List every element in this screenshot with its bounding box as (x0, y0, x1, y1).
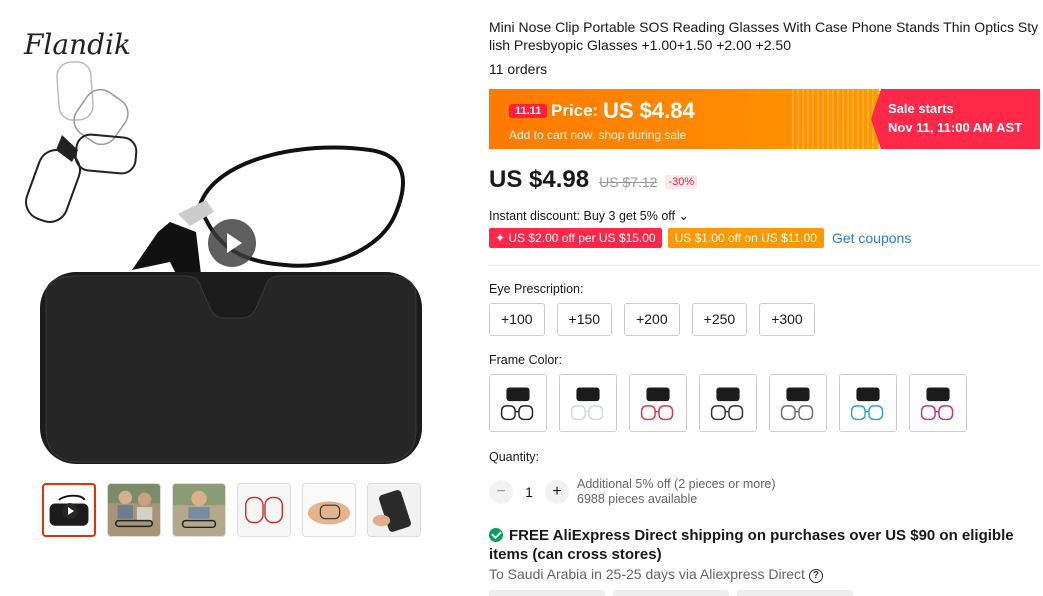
sale-starts-date: Nov 11, 11:00 AM AST (888, 120, 1023, 135)
quantity-stepper: − 1 + Additional 5% off (2 pieces or mor… (489, 477, 775, 507)
sale-event-tag: 11.11 (509, 104, 548, 118)
quantity-increase-button[interactable]: + (545, 480, 569, 504)
quantity-decrease-button[interactable]: − (489, 480, 513, 504)
bottom-tabs (489, 590, 853, 596)
bottom-tab[interactable] (489, 590, 605, 596)
sale-banner: 11.11 Price: US $4.84 Add to cart now, s… (489, 89, 1040, 149)
thumbnail-play-icon (62, 503, 78, 519)
thumbnail-phone-case[interactable] (367, 483, 421, 537)
frame-color-swatch[interactable] (769, 374, 827, 432)
coupon-select[interactable]: US $1.00 off on US $11.00 (667, 228, 824, 248)
rx-option-150[interactable]: +150 (556, 303, 613, 336)
thumbnail-strip (42, 483, 421, 537)
quantity-available: 6988 pieces available (577, 492, 698, 506)
instant-discount-dropdown[interactable]: Instant discount: Buy 3 get 5% off ⌄ (489, 208, 689, 223)
quantity-label: Quantity: (489, 450, 540, 464)
main-product-image[interactable]: Flandik (0, 0, 470, 470)
delivery-info: To Saudi Arabia in 25-25 days via Aliexp… (489, 566, 823, 584)
quantity-info: Additional 5% off (2 pieces or more) 698… (577, 477, 775, 507)
quantity-input[interactable]: 1 (513, 484, 545, 500)
discount-badge: -30% (665, 175, 698, 189)
help-icon[interactable]: ? (808, 569, 823, 583)
frame-color-swatch[interactable] (489, 374, 547, 432)
rx-option-100[interactable]: +100 (489, 303, 545, 336)
rx-option-300[interactable]: +300 (759, 303, 815, 336)
bottom-tab[interactable] (737, 590, 853, 596)
delivery-text: To Saudi Arabia in 25-25 days via Aliexp… (489, 566, 805, 582)
get-coupons-link[interactable]: Get coupons (832, 230, 911, 246)
thumbnail-video-case[interactable] (42, 483, 96, 537)
price-row: US $4.98 US $7.12 -30% (489, 166, 698, 194)
sale-price: US $4.84 (603, 98, 695, 123)
quantity-additional-discount: Additional 5% off (2 pieces or more) (577, 477, 776, 491)
frame-color-swatch[interactable] (909, 374, 967, 432)
brand-logo: Flandik (24, 28, 131, 61)
rx-option-200[interactable]: +200 (624, 303, 680, 336)
current-price: US $4.98 (489, 166, 590, 193)
frame-color-swatch[interactable] (699, 374, 757, 432)
frame-color-options (489, 374, 967, 432)
coupon-store[interactable]: ✦ US $2.00 off per US $15.00 (489, 228, 662, 248)
check-circle-icon (489, 528, 503, 542)
sale-price-label: Price: (551, 101, 599, 120)
sale-starts-label: Sale starts (888, 101, 954, 116)
eye-prescription-label: Eye Prescription: (489, 282, 584, 296)
sale-subtitle: Add to cart now, shop during sale (509, 128, 687, 142)
shipping-info: FREE AliExpress Direct shipping on purch… (489, 526, 1041, 564)
rx-option-250[interactable]: +250 (691, 303, 748, 336)
original-price: US $7.12 (599, 174, 658, 190)
sale-price-panel: 11.11 Price: US $4.84 Add to cart now, s… (489, 89, 879, 149)
coupon-row: ✦ US $2.00 off per US $15.00 US $1.00 of… (489, 228, 911, 248)
bottom-tab[interactable] (613, 590, 729, 596)
frame-color-swatch[interactable] (559, 374, 617, 432)
sale-banner-stripes (789, 89, 879, 149)
thumbnail-hand-holding[interactable] (302, 483, 356, 537)
eye-prescription-options: +100 +150 +200 +250 +300 (489, 303, 815, 336)
thumbnail-glasses-red[interactable] (237, 483, 291, 537)
frame-color-swatch[interactable] (839, 374, 897, 432)
product-gallery: Flandik (0, 0, 470, 596)
play-video-icon[interactable] (208, 219, 256, 267)
product-title: Mini Nose Clip Portable SOS Reading Glas… (489, 19, 1039, 53)
orders-count: 11 orders (489, 61, 548, 77)
frame-color-swatch[interactable] (629, 374, 687, 432)
section-divider (489, 265, 1040, 266)
thumbnail-person-reading[interactable] (172, 483, 226, 537)
frame-color-label: Frame Color: (489, 353, 562, 367)
shipping-title: FREE AliExpress Direct shipping on purch… (489, 527, 1014, 563)
sale-starts-panel: Sale starts Nov 11, 11:00 AM AST (871, 89, 1040, 149)
thumbnail-people-reading[interactable] (107, 483, 161, 537)
